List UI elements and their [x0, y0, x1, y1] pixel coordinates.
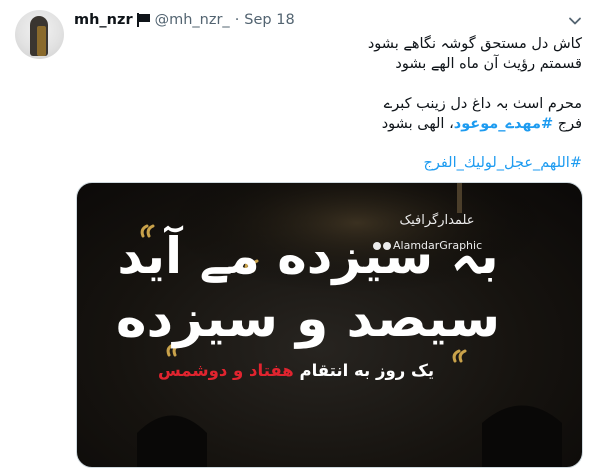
brand-name-persian: علمدارگرافیک: [399, 213, 475, 228]
profile-avatar[interactable]: [15, 10, 64, 59]
tweet-text-line-3: محرم اسٺ بہ داغ دل زینب کبرے: [383, 96, 582, 112]
user-handle[interactable]: @mh_nzr_: [155, 12, 230, 28]
tweet[interactable]: mh_nzr @mh_nzr_ · Sep 18 کاش دل مستحق گو…: [0, 0, 598, 473]
tweet-text-line-4: فرج #مهدے_موعود، الهی بشود: [76, 114, 582, 134]
subtitle-red: هفتاد و دوشمس: [157, 361, 294, 380]
tweet-date[interactable]: Sep 18: [244, 12, 294, 28]
flag-icon: [136, 13, 151, 27]
hashtag-link[interactable]: #اللهم_عجل_لولیك_الفرج: [76, 153, 582, 173]
headline-line-1: بہ سیزده مے آید: [117, 227, 499, 285]
subtitle: یک روز به انتقام هفتاد و دوشمس: [131, 361, 461, 380]
tweet-text-line-1: کاش دل مستحق گوشہ نگاهے بشود: [367, 36, 582, 52]
tweet-media-image[interactable]: علمدارگرافیک AlamdarGraphic بہ سیزده مے …: [76, 182, 583, 468]
line-suffix: ، الهی بشود: [381, 116, 454, 132]
display-name[interactable]: mh_nzr: [74, 12, 133, 28]
chevron-down-icon[interactable]: [566, 12, 584, 30]
tweet-text-line-2: قسمتم رؤیٺ آن ماه الهے بشود: [395, 56, 582, 72]
line-prefix: فرج: [553, 116, 582, 132]
tweet-header: mh_nzr @mh_nzr_ · Sep 18: [74, 10, 295, 30]
headline-line-2: سیصد و سیزده: [115, 289, 501, 349]
hashtag-link[interactable]: #مهدے_موعود: [454, 116, 553, 132]
separator-dot: ·: [234, 12, 240, 28]
subtitle-white: یک روز به انتقام: [299, 361, 435, 380]
